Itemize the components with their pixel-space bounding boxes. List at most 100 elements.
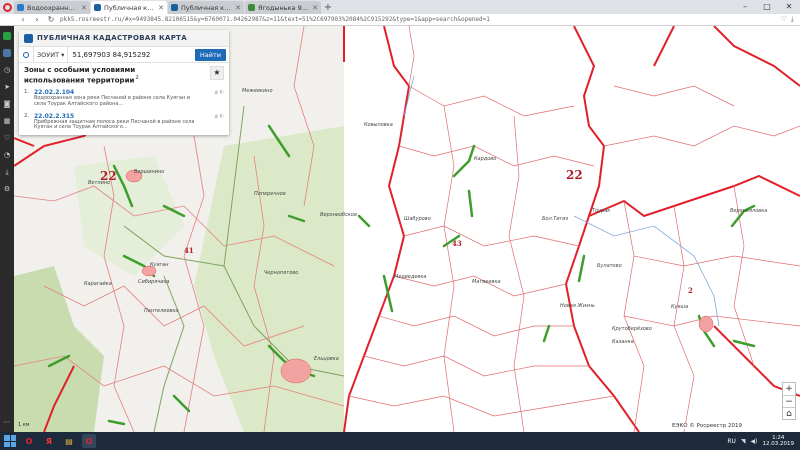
place-label: Верхнеяловка bbox=[730, 208, 768, 214]
tab-close-icon[interactable]: ✕ bbox=[81, 4, 87, 12]
place-label: Верхнеобское bbox=[320, 212, 358, 218]
network-icon[interactable]: ◥ bbox=[741, 438, 746, 445]
results-title-text: Зоны с особыми условиями использования т… bbox=[24, 66, 136, 85]
tab-title: Водоохранная зона – Ст bbox=[27, 3, 78, 12]
favorite-star-button[interactable]: ★ bbox=[210, 66, 224, 80]
place-label: Шабурово bbox=[404, 216, 431, 222]
place-label: Крутоберёзово bbox=[612, 326, 652, 332]
place-label: Булатово bbox=[597, 263, 622, 269]
language-indicator[interactable]: RU bbox=[727, 438, 736, 445]
tab-vodookhrannaya[interactable]: Водоохранная зона – Ст ✕ bbox=[14, 1, 90, 14]
more-icon[interactable]: ⋯ bbox=[3, 418, 11, 426]
url-field[interactable]: pkk5.rosreestr.ru/#x=9493845.82106515&y=… bbox=[60, 16, 777, 23]
address-bar: ‹ › ↻ pkk5.rosreestr.ru/#x=9493845.82106… bbox=[0, 14, 800, 26]
zone-label: 41 bbox=[184, 246, 194, 255]
find-button[interactable]: Найти bbox=[194, 48, 226, 61]
result-tools-icon[interactable]: ▲ ◐ bbox=[202, 89, 224, 107]
start-button[interactable] bbox=[4, 435, 16, 447]
tab-yagodynka[interactable]: Ягодынька 9 (разговор ✕ bbox=[245, 1, 321, 14]
settings-icon[interactable]: ⚙ bbox=[3, 185, 11, 193]
zoom-out-button[interactable]: − bbox=[783, 395, 795, 407]
result-item[interactable]: 1. 22.02.2.104 Водоохранная зона реки Пе… bbox=[24, 89, 224, 107]
opera-gx-taskbar-icon[interactable]: O bbox=[82, 434, 96, 448]
folder-taskbar-icon[interactable]: ▤ bbox=[62, 434, 76, 448]
opera-taskbar-icon[interactable]: O bbox=[22, 434, 36, 448]
camera-icon[interactable]: ◙ bbox=[3, 100, 11, 108]
zoom-controls: + − ⌂ bbox=[782, 382, 796, 420]
reload-icon[interactable]: ↻ bbox=[46, 15, 56, 24]
vk-icon[interactable] bbox=[3, 49, 11, 57]
place-label: Межевкино bbox=[242, 88, 273, 94]
back-icon[interactable]: ‹ bbox=[18, 15, 28, 24]
place-label: Новая Жизнь bbox=[560, 303, 595, 309]
zoom-in-button[interactable]: + bbox=[783, 383, 795, 395]
volume-icon[interactable]: ◀) bbox=[751, 438, 758, 445]
search-input[interactable] bbox=[68, 47, 195, 62]
result-description: Водоохранная зона реки Песчаной в районе… bbox=[34, 95, 190, 107]
opera-menu-icon[interactable] bbox=[0, 0, 14, 14]
results-count: 2 bbox=[135, 75, 139, 81]
forward-icon[interactable]: › bbox=[32, 15, 42, 24]
place-label: Сибирячиха bbox=[138, 279, 170, 285]
place-label: Ветлино bbox=[88, 180, 111, 186]
whatsapp-icon[interactable] bbox=[3, 32, 11, 40]
windows-taskbar: O Я ▤ O RU ◥ ◀) 1:24 12.03.2019 bbox=[0, 432, 800, 450]
yandex-taskbar-icon[interactable]: Я bbox=[42, 434, 56, 448]
browser-tab-bar: Водоохранная зона – Ст ✕ Публичная кадас… bbox=[0, 0, 800, 14]
result-item[interactable]: 2. 22.02.2.315 Прибрежная защитная полос… bbox=[24, 113, 224, 131]
tab-favicon bbox=[17, 4, 24, 11]
tab-favicon bbox=[248, 4, 255, 11]
result-num: 1. bbox=[24, 89, 30, 96]
history-icon[interactable]: ◔ bbox=[3, 151, 11, 159]
zone-label: 22 bbox=[566, 168, 583, 182]
search-row: ЗОУИТ ▾ Найти bbox=[19, 46, 229, 63]
bookmark-heart-icon[interactable]: ♡ bbox=[781, 15, 787, 24]
place-label: Чернопятово bbox=[264, 270, 299, 276]
place-label: Поперечное bbox=[254, 191, 286, 197]
tab-close-icon[interactable]: ✕ bbox=[158, 4, 164, 12]
send-icon[interactable]: ➤ bbox=[3, 83, 11, 91]
home-extent-button[interactable]: ⌂ bbox=[783, 407, 795, 419]
tab-title: Публичная кадастрова bbox=[181, 3, 232, 12]
heart-icon[interactable]: ♡ bbox=[3, 134, 11, 142]
maximize-button[interactable]: □ bbox=[756, 0, 778, 14]
cadastral-panel: ПУБЛИЧНАЯ КАДАСТРОВАЯ КАРТА ЗОУИТ ▾ Найт… bbox=[19, 30, 229, 135]
tab-favicon bbox=[94, 4, 101, 11]
clock-icon[interactable]: ◷ bbox=[3, 66, 11, 74]
tab-cadastral-active[interactable]: Публичная кадастрова ✕ bbox=[91, 1, 167, 14]
place-label: Куяша bbox=[671, 304, 689, 310]
place-label: Бол.Тигиз bbox=[542, 216, 569, 222]
rosreestr-logo-icon bbox=[24, 33, 33, 43]
tab-close-icon[interactable]: ✕ bbox=[312, 4, 318, 12]
map-scale: 1 км bbox=[18, 422, 30, 428]
place-label: Кардово bbox=[474, 156, 497, 162]
panel-header: ПУБЛИЧНАЯ КАДАСТРОВАЯ КАРТА bbox=[19, 30, 229, 46]
layer-select-dropdown[interactable]: ЗОУИТ ▾ bbox=[33, 46, 69, 63]
opera-sidebar: ◷ ➤ ◙ ▦ ♡ ◔ ⤓ ⚙ ⋯ bbox=[0, 26, 14, 432]
search-icon[interactable] bbox=[19, 47, 33, 63]
clock[interactable]: 1:24 12.03.2019 bbox=[763, 435, 795, 447]
minimize-button[interactable]: – bbox=[734, 0, 756, 14]
result-tools-icon[interactable]: ▲ ◐ bbox=[202, 113, 224, 131]
close-window-button[interactable]: ✕ bbox=[778, 0, 800, 14]
place-label: Медведевка bbox=[394, 274, 427, 280]
place-label: Пантелеевка bbox=[144, 308, 179, 314]
result-num: 2. bbox=[24, 112, 30, 119]
map-attribution: ЕЭКО © Росреестр 2019 bbox=[670, 423, 744, 429]
download-icon[interactable]: ⤓ bbox=[3, 168, 11, 176]
tab-title: Публичная кадастрова bbox=[104, 3, 155, 12]
results-title: Зоны с особыми условиями использования т… bbox=[24, 66, 194, 84]
download-icon[interactable]: ⤓ bbox=[791, 15, 794, 24]
tab-cadastral[interactable]: Публичная кадастрова ✕ bbox=[168, 1, 244, 14]
zone-label: 2 bbox=[688, 286, 693, 295]
cadastral-map[interactable]: ПУБЛИЧНАЯ КАДАСТРОВАЯ КАРТА ЗОУИТ ▾ Найт… bbox=[14, 26, 800, 432]
system-tray: RU ◥ ◀) 1:24 12.03.2019 bbox=[727, 435, 800, 447]
clock-date: 12.03.2019 bbox=[762, 441, 795, 447]
new-tab-button[interactable]: + bbox=[322, 2, 334, 14]
tab-close-icon[interactable]: ✕ bbox=[235, 4, 241, 12]
place-label: Тоурак bbox=[592, 208, 611, 214]
grid-icon[interactable]: ▦ bbox=[3, 117, 11, 125]
layer-select-value: ЗОУИТ bbox=[37, 50, 60, 59]
place-label: Ельцовка bbox=[314, 356, 339, 362]
place-label: Ковыловка bbox=[364, 122, 393, 128]
